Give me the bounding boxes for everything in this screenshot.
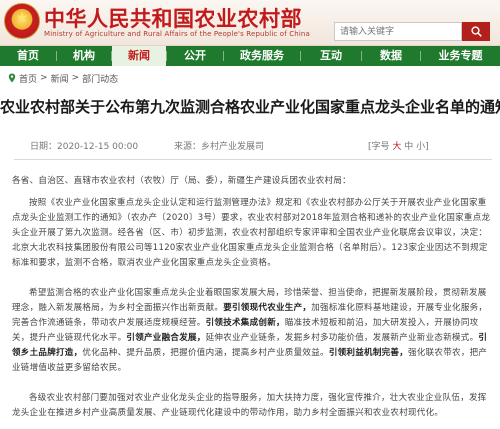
- nav-item-organization[interactable]: 机构: [57, 46, 111, 66]
- site-header: 中华人民共和国农业农村部 Ministry of Agriculture and…: [0, 0, 500, 46]
- article-meta: 日期：2020-12-15 00:00 来源：乡村产业发展司 [字号 大 中 小…: [22, 139, 492, 154]
- font-size-large[interactable]: 大: [392, 142, 401, 152]
- article-paragraph-3: 各级农业农村部门要加强对农业产业化龙头企业的指导服务，加大扶持力度，强化宣传推介…: [12, 393, 487, 418]
- breadcrumb: 首页 > 新闻 > 部门动态: [8, 70, 118, 86]
- article-paragraph-1: 按照《农业产业化国家重点龙头企业认定和运行监测管理办法》规定和《农业农村部办公厅…: [12, 198, 491, 268]
- emphasis-text: 引领产业融合发展，: [126, 333, 206, 343]
- breadcrumb-home[interactable]: 首页: [19, 72, 37, 85]
- nav-item-home[interactable]: 首页: [0, 46, 56, 66]
- nav-item-government-services[interactable]: 政务服务: [224, 46, 300, 66]
- paragraph-text: 延伸农业产业链条，发掘乡村多功能价值，发展新产业新业态新模式。: [205, 333, 479, 343]
- emphasis-text: 引领利益机制完善，: [328, 348, 409, 358]
- search-button[interactable]: [462, 22, 490, 41]
- nav-item-data[interactable]: 数据: [362, 46, 420, 66]
- nav-item-interaction[interactable]: 互动: [301, 46, 361, 66]
- article-title: 农业农村部关于公布第九次监测合格农业产业化国家重点龙头企业名单的通知: [0, 98, 500, 116]
- font-size-label: [字号: [368, 142, 390, 152]
- breadcrumb-department-news[interactable]: 部门动态: [82, 72, 118, 85]
- location-pin-icon: [8, 73, 16, 83]
- article-source: 来源：乡村产业发展司: [174, 142, 265, 152]
- main-nav: 首页 机构 新闻 公开 政务服务 互动 数据 业务专题: [0, 46, 500, 66]
- site-subtitle: Ministry of Agriculture and Rural Affair…: [44, 30, 310, 38]
- national-emblem-icon: [4, 3, 40, 39]
- search-input[interactable]: [334, 22, 462, 41]
- publish-date: 日期：2020-12-15 00:00: [30, 142, 139, 152]
- font-size-small[interactable]: 小]: [416, 142, 429, 152]
- search-icon: [470, 26, 482, 37]
- article-paragraph-2: 希望监测合格的农业产业化国家重点龙头企业着眼国家发展大局，珍惜荣誉、担当使命，把…: [12, 286, 492, 376]
- paragraph-text: 优化品种、提升品质，把握价值内涵，提高乡村产业质量效益。: [82, 348, 329, 358]
- meta-divider: [14, 159, 492, 160]
- article-salutation: 各省、自治区、直辖市农业农村（农牧）厅（局、委），新疆生产建设兵团农业农村局：: [12, 176, 351, 186]
- site-title[interactable]: 中华人民共和国农业农村部: [44, 3, 302, 31]
- nav-item-news[interactable]: 新闻: [112, 46, 166, 66]
- font-size-control: [字号 大 中 小]: [368, 139, 429, 152]
- emphasis-text: 要引领现代农业生产，: [223, 303, 312, 313]
- article-body: 各省、自治区、直辖市农业农村（农牧）厅（局、委），新疆生产建设兵团农业农村局： …: [12, 174, 492, 429]
- font-size-medium[interactable]: 中: [404, 142, 413, 152]
- emphasis-text: 引领技术集成创新，: [205, 318, 285, 328]
- breadcrumb-news[interactable]: 新闻: [51, 72, 69, 85]
- breadcrumb-separator: >: [71, 73, 80, 83]
- breadcrumb-separator: >: [40, 73, 48, 83]
- nav-item-special-topics[interactable]: 业务专题: [421, 46, 500, 66]
- nav-item-public-info[interactable]: 公开: [167, 46, 223, 66]
